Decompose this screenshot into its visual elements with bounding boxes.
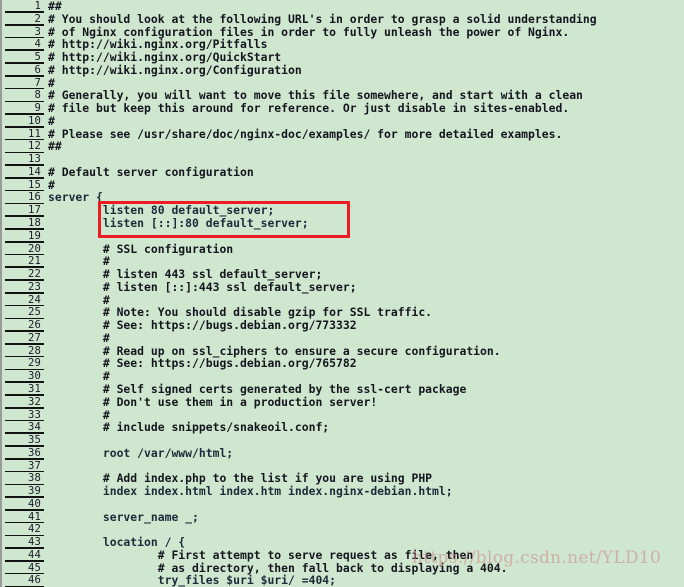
line-number: 12: [2, 140, 44, 153]
line-number: 43: [2, 536, 44, 549]
code-line[interactable]: 26 # See: https://bugs.debian.org/773332: [2, 319, 684, 332]
line-number: 25: [2, 306, 44, 319]
line-number: 44: [2, 549, 44, 562]
line-number: 21: [2, 255, 44, 268]
line-text: try_files $uri $uri/ =404;: [48, 573, 337, 587]
line-number: 10: [2, 115, 44, 128]
line-number: 40: [2, 498, 44, 511]
line-number: 32: [2, 396, 44, 409]
line-number: 2: [2, 13, 44, 26]
line-number: 15: [2, 179, 44, 192]
code-line[interactable]: 5 # http://wiki.nginx.org/QuickStart: [2, 51, 684, 64]
line-number: 4: [2, 38, 44, 51]
line-text: # Don't use them in a production server!: [48, 394, 378, 409]
code-lines-container: 1 ## 2 # You should look at the following U…: [2, 0, 684, 587]
line-text: # Please see /usr/share/doc/nginx-doc/ex…: [48, 126, 563, 141]
line-text: listen [::]:80 default_server;: [48, 216, 309, 231]
line-number: 5: [2, 51, 44, 64]
line-number: 18: [2, 217, 44, 230]
line-text: # You should look at the following URL's…: [48, 11, 597, 26]
line-number: 11: [2, 128, 44, 141]
line-number: 29: [2, 357, 44, 370]
code-line[interactable]: 9 # file but keep this around for referen…: [2, 102, 684, 115]
line-text: # Default server configuration: [48, 164, 254, 179]
line-text: ##: [48, 0, 62, 13]
line-number: 34: [2, 421, 44, 434]
code-line[interactable]: 39 index index.html index.htm index.ngin…: [2, 485, 684, 498]
code-line[interactable]: 19: [2, 230, 684, 243]
line-text: server_name _;: [48, 509, 199, 524]
code-line[interactable]: 18 listen [::]:80 default_server;: [2, 217, 684, 230]
code-line[interactable]: 1 ##: [2, 0, 684, 13]
line-text: # include snippets/snakeoil.conf;: [48, 420, 330, 435]
line-number: 19: [2, 230, 44, 243]
code-line[interactable]: 11 # Please see /usr/share/doc/nginx-doc/…: [2, 126, 684, 141]
line-text: # file but keep this around for referenc…: [48, 101, 570, 116]
line-text: root /var/www/html;: [48, 445, 234, 460]
line-text: # First attempt to serve request as file…: [48, 547, 474, 562]
line-text: #: [48, 330, 110, 345]
line-number: 24: [2, 294, 44, 307]
line-number: 16: [2, 191, 44, 205]
code-line[interactable]: 41 server_name _;: [2, 509, 684, 524]
code-line[interactable]: 14 # Default server configuration: [2, 166, 684, 179]
code-line[interactable]: 46 try_files $uri $uri/ =404;: [2, 574, 684, 587]
line-number: 28: [2, 345, 44, 358]
line-number: 39: [2, 485, 44, 498]
line-number: 23: [2, 281, 44, 294]
code-line[interactable]: 15 #: [2, 178, 684, 192]
line-number: 38: [2, 472, 44, 485]
line-number: 31: [2, 383, 44, 396]
line-number: 9: [2, 102, 44, 115]
code-line[interactable]: 43 location / {: [2, 536, 684, 549]
code-line[interactable]: 27 #: [2, 332, 684, 345]
code-editor-pane[interactable]: 1 ## 2 # You should look at the following U…: [0, 0, 684, 587]
code-line[interactable]: 40: [2, 498, 684, 511]
line-text: #: [48, 113, 55, 128]
line-number: 13: [2, 153, 44, 166]
code-line[interactable]: 2 # You should look at the following URL'…: [2, 11, 684, 26]
line-number: 6: [2, 64, 44, 77]
line-text: # http://wiki.nginx.org/Configuration: [48, 62, 302, 77]
watermark-text: https://blog.csdn.net/YLD10: [412, 548, 662, 568]
code-line[interactable]: 34 # include snippets/snakeoil.conf;: [2, 421, 684, 434]
code-line[interactable]: 12 ##: [2, 140, 684, 153]
line-number: 17: [2, 204, 44, 217]
line-number: 30: [2, 370, 44, 383]
line-text: # listen 443 ssl default_server;: [48, 267, 323, 282]
line-number: 14: [2, 166, 44, 179]
line-number: 7: [2, 77, 44, 90]
line-number: 45: [2, 562, 44, 575]
line-number: 37: [2, 460, 44, 473]
code-line[interactable]: 22 # listen 443 ssl default_server;: [2, 268, 684, 281]
line-number: 36: [2, 447, 44, 460]
line-number: 33: [2, 409, 44, 422]
line-text: index index.html index.htm index.nginx-d…: [48, 484, 453, 499]
line-number: 22: [2, 268, 44, 281]
code-line[interactable]: 10 #: [2, 115, 684, 128]
line-text: # listen [::]:443 ssl default_server;: [48, 279, 357, 294]
code-line[interactable]: 36 root /var/www/html;: [2, 447, 684, 460]
line-number: 20: [2, 243, 44, 256]
line-text: ##: [48, 139, 62, 154]
line-text: # See: https://bugs.debian.org/773332: [48, 318, 357, 333]
line-number: 26: [2, 319, 44, 332]
code-line[interactable]: 6 # http://wiki.nginx.org/Configuration: [2, 64, 684, 77]
line-text: # http://wiki.nginx.org/QuickStart: [48, 50, 282, 65]
line-number: 1: [2, 0, 44, 13]
line-number: 8: [2, 89, 44, 102]
code-line[interactable]: 35: [2, 434, 684, 447]
line-text: # Self signed certs generated by the ssl…: [48, 381, 467, 396]
line-number: 35: [2, 434, 44, 447]
code-line[interactable]: 31 # Self signed certs generated by the …: [2, 383, 684, 396]
line-number: 3: [2, 26, 44, 39]
line-number: 46: [2, 574, 44, 587]
line-number: 41: [2, 511, 44, 524]
code-line[interactable]: 23 # listen [::]:443 ssl default_server;: [2, 281, 684, 294]
line-number: 42: [2, 523, 44, 536]
line-number: 27: [2, 332, 44, 345]
code-line[interactable]: 32 # Don't use them in a production serv…: [2, 394, 684, 409]
